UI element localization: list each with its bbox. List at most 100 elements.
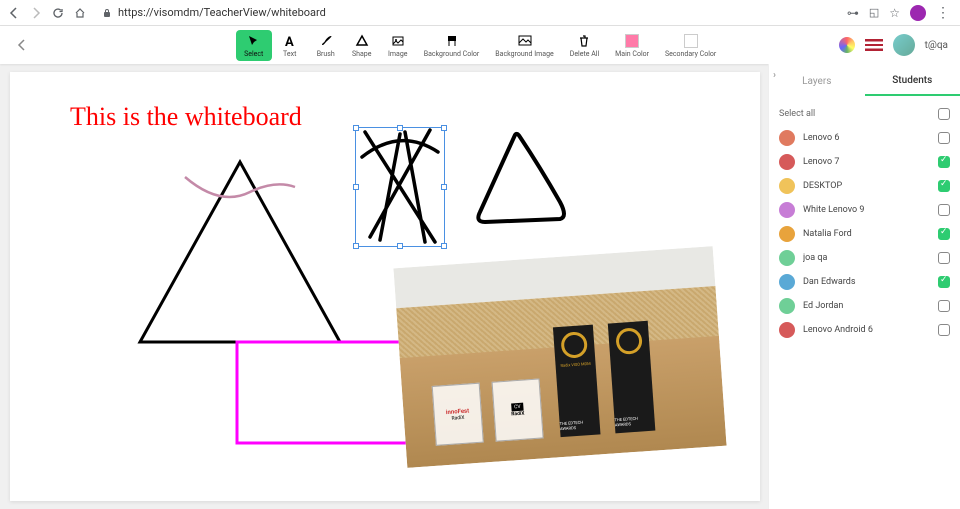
student-avatar <box>779 298 795 314</box>
embedded-image[interactable]: innoFestRadiX CVRadiX Radix VISO MDMTHE … <box>393 246 726 468</box>
qr-icon[interactable]: ◱ <box>869 6 879 19</box>
student-row[interactable]: Ed Jordan <box>779 294 950 318</box>
text-icon: A <box>282 33 298 49</box>
student-name: White Lenovo 9 <box>803 205 930 215</box>
student-name: DESKTOP <box>803 181 930 191</box>
tool-deleteall[interactable]: Delete All <box>562 30 607 61</box>
user-label: t@qa <box>925 40 948 51</box>
tool-shape[interactable]: Shape <box>344 30 380 61</box>
student-checkbox[interactable] <box>938 156 950 168</box>
tool-label: Brush <box>317 50 335 58</box>
student-name: Ed Jordan <box>803 301 930 311</box>
student-checkbox[interactable] <box>938 276 950 288</box>
student-checkbox[interactable] <box>938 252 950 264</box>
brush-icon <box>318 33 334 49</box>
back-chevron-icon[interactable] <box>16 36 28 55</box>
tool-image[interactable]: Image <box>380 30 416 61</box>
profile-icon[interactable] <box>910 5 926 21</box>
tool-seccolor[interactable]: Secondary Color <box>657 30 724 61</box>
tool-maincolor[interactable]: Main Color <box>607 30 657 61</box>
deleteall-icon <box>576 33 592 49</box>
student-row[interactable]: Lenovo 6 <box>779 126 950 150</box>
student-checkbox[interactable] <box>938 300 950 312</box>
student-avatar <box>779 130 795 146</box>
tool-label: Background Color <box>424 50 480 58</box>
scribble-shape[interactable] <box>350 122 450 252</box>
student-name: Lenovo Android 6 <box>803 325 930 335</box>
select-icon <box>246 33 262 49</box>
student-avatar <box>779 154 795 170</box>
bgcolor-icon <box>444 33 460 49</box>
user-avatar[interactable] <box>893 34 915 56</box>
whiteboard-text[interactable]: This is the whiteboard <box>70 102 302 132</box>
tool-bgimage[interactable]: Background Image <box>487 30 561 61</box>
svg-text:A: A <box>285 35 294 48</box>
menu-icon[interactable]: ⋮ <box>936 5 950 21</box>
student-row[interactable]: White Lenovo 9 <box>779 198 950 222</box>
award-text: RadiX <box>511 411 525 418</box>
student-avatar <box>779 250 795 266</box>
student-checkbox[interactable] <box>938 132 950 144</box>
student-name: Dan Edwards <box>803 277 930 287</box>
award-text: RadiX <box>451 414 464 421</box>
student-row[interactable]: Natalia Ford <box>779 222 950 246</box>
student-avatar <box>779 178 795 194</box>
maincolor-icon <box>624 33 640 49</box>
whiteboard-canvas[interactable]: This is the whiteboard <box>10 72 760 501</box>
browser-reload-button[interactable] <box>50 5 66 21</box>
student-name: joa qa <box>803 253 930 263</box>
tool-label: Image <box>388 50 408 58</box>
freehand-triangle[interactable] <box>460 127 580 237</box>
tool-label: Delete All <box>570 50 599 58</box>
tool-label: Shape <box>352 50 371 58</box>
tool-bgcolor[interactable]: Background Color <box>416 30 488 61</box>
student-name: Natalia Ford <box>803 229 930 239</box>
tool-label: Secondary Color <box>665 50 716 58</box>
browser-home-button[interactable] <box>72 5 88 21</box>
student-checkbox[interactable] <box>938 324 950 336</box>
key-icon[interactable]: ⊶ <box>847 6 859 20</box>
palette-icon[interactable] <box>839 37 855 53</box>
award-text: THE EDTECH AWARDS <box>559 418 600 431</box>
panel-collapse-icon[interactable]: › <box>773 70 776 81</box>
tool-brush[interactable]: Brush <box>308 30 344 61</box>
award-text: Radix VISO MDM <box>560 361 590 368</box>
bgimage-icon <box>517 33 533 49</box>
browser-forward-button[interactable] <box>28 5 44 21</box>
student-row[interactable]: Dan Edwards <box>779 270 950 294</box>
image-icon <box>390 33 406 49</box>
select-all-checkbox[interactable] <box>938 108 950 120</box>
tool-label: Text <box>283 50 296 58</box>
tool-select[interactable]: Select <box>236 30 272 61</box>
student-row[interactable]: DESKTOP <box>779 174 950 198</box>
url-text[interactable]: https://visomdm/TeacherView/whiteboard <box>118 6 326 19</box>
student-row[interactable]: Lenovo Android 6 <box>779 318 950 342</box>
side-panel: › Layers Students Select all Lenovo 6 Len… <box>768 64 960 509</box>
tool-label: Main Color <box>615 50 649 58</box>
student-avatar <box>779 322 795 338</box>
lock-icon <box>102 3 112 22</box>
select-all-row[interactable]: Select all <box>779 102 950 126</box>
rectangle-shape[interactable] <box>235 340 410 445</box>
flag-icon[interactable] <box>865 39 883 51</box>
star-icon[interactable]: ☆ <box>889 6 900 20</box>
shape-icon <box>354 33 370 49</box>
student-row[interactable]: Lenovo 7 <box>779 150 950 174</box>
brush-stroke-pink[interactable] <box>180 172 300 212</box>
browser-bar: https://visomdm/TeacherView/whiteboard ⊶… <box>0 0 960 26</box>
tab-students[interactable]: Students <box>865 66 960 96</box>
student-name: Lenovo 7 <box>803 157 930 167</box>
browser-back-button[interactable] <box>6 5 22 21</box>
tool-label: Background Image <box>495 50 553 58</box>
app-toolbar: Select A Text Brush Shape Image Background Col… <box>0 26 960 64</box>
student-checkbox[interactable] <box>938 180 950 192</box>
student-avatar <box>779 274 795 290</box>
tool-label: Select <box>244 50 263 58</box>
student-checkbox[interactable] <box>938 228 950 240</box>
student-name: Lenovo 6 <box>803 133 930 143</box>
award-text: THE EDTECH AWARDS <box>614 415 655 428</box>
student-row[interactable]: joa qa <box>779 246 950 270</box>
tab-layers[interactable]: Layers <box>769 66 865 96</box>
tool-text[interactable]: A Text <box>272 30 308 61</box>
student-checkbox[interactable] <box>938 204 950 216</box>
